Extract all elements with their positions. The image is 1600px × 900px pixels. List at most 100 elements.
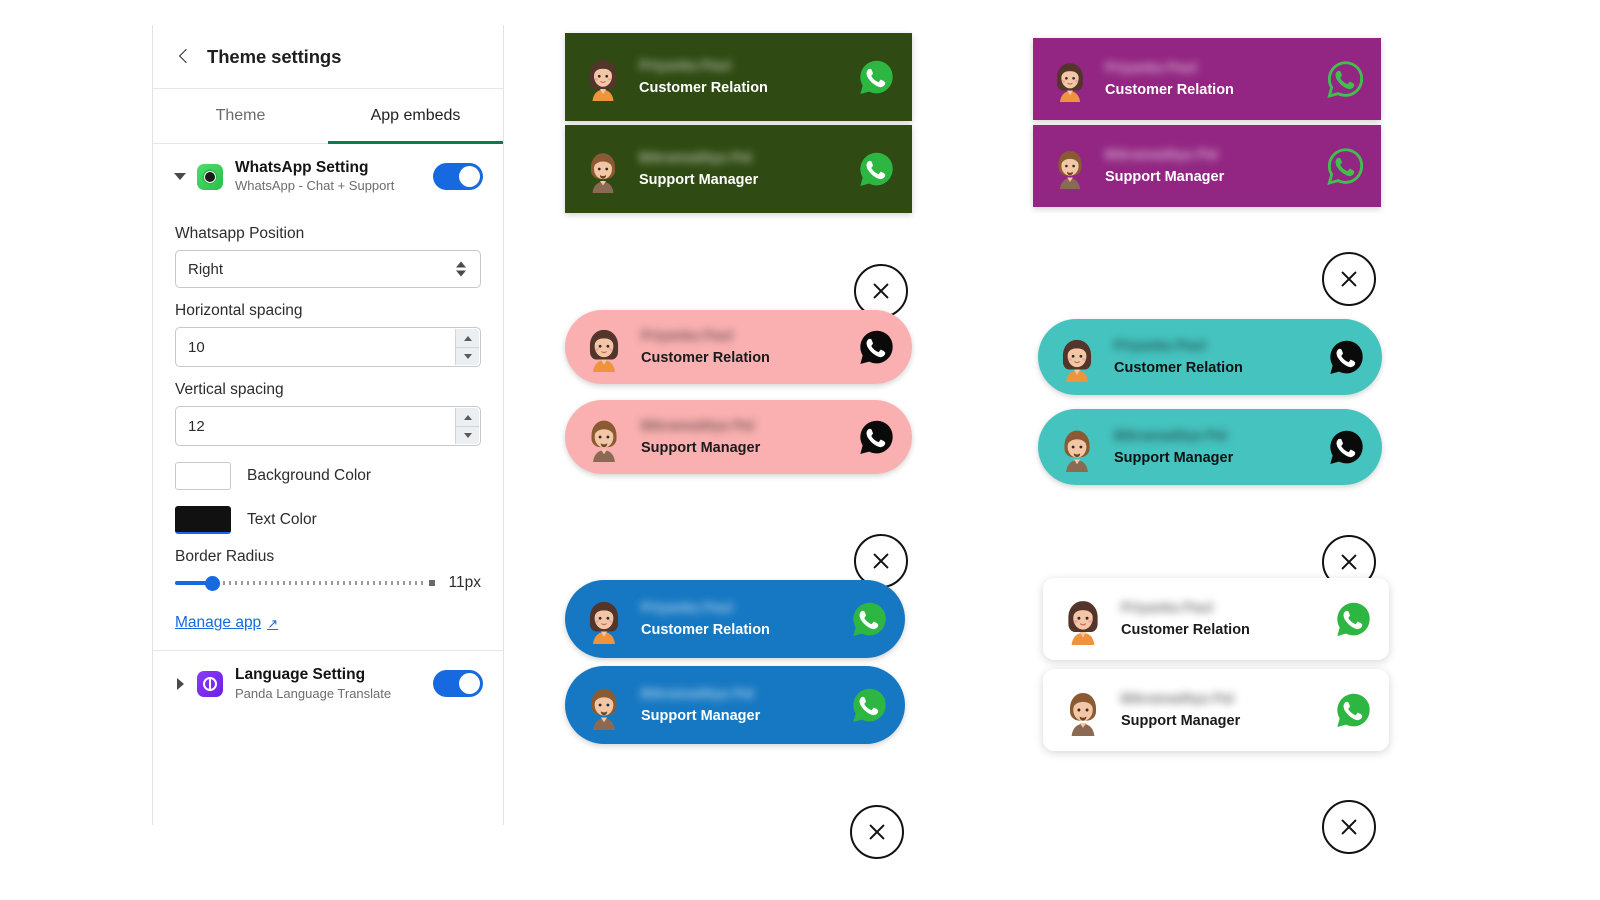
whatsapp-chat-button[interactable]	[849, 685, 889, 725]
contact-role: Support Manager	[641, 439, 761, 456]
input-horizontal-spacing[interactable]: 10	[175, 327, 481, 368]
contact-role: Customer Relation	[639, 79, 768, 96]
whatsapp-icon	[860, 330, 893, 364]
contact-role: Support Manager	[1105, 168, 1225, 185]
whatsapp-chat-button[interactable]	[1325, 146, 1365, 186]
contact-role: Customer Relation	[1105, 81, 1234, 98]
select-whatsapp-position-value: Right	[188, 260, 224, 278]
close-x-icon	[1341, 271, 1357, 287]
contact-meta: Priyanka Paul Customer Relation	[1109, 598, 1333, 640]
whatsapp-contact-card[interactable]: Bikramaditya Pal Support Manager	[565, 125, 912, 213]
app-toggle-language[interactable]	[433, 670, 483, 698]
whatsapp-contact-card[interactable]: Priyanka Paul Customer Relation	[1033, 38, 1381, 120]
whatsapp-contact-card[interactable]: Priyanka Paul Customer Relation	[565, 33, 912, 121]
stepper-up-icon[interactable]	[455, 329, 479, 348]
stepper-horizontal-spacing[interactable]	[455, 329, 479, 366]
whatsapp-chat-button[interactable]	[1326, 337, 1366, 377]
whatsapp-icon	[1330, 340, 1363, 374]
tab-theme[interactable]: Theme	[153, 89, 328, 143]
whatsapp-contact-card[interactable]: Priyanka Paul Customer Relation	[565, 580, 905, 658]
contact-name: Bikramaditya Pal	[1121, 689, 1234, 706]
stepper-down-icon[interactable]	[455, 426, 479, 445]
swatch-text-color[interactable]	[175, 506, 231, 535]
row-text-color: Text Color	[175, 506, 481, 535]
contact-meta: Bikramaditya Pal Support Manager	[627, 148, 856, 190]
woman-avatar-icon	[1068, 601, 1098, 645]
woman-avatar-icon	[589, 329, 619, 372]
contact-role: Customer Relation	[641, 349, 770, 366]
contact-role: Customer Relation	[1121, 621, 1250, 638]
whatsapp-icon	[1337, 693, 1370, 727]
close-x-icon	[873, 553, 889, 569]
whatsapp-panda-app-icon	[197, 163, 223, 190]
whatsapp-contact-card[interactable]: Priyanka Paul Customer Relation	[1038, 319, 1382, 395]
whatsapp-contact-card[interactable]: Priyanka Paul Customer Relation	[1043, 578, 1389, 660]
expand-caret-right-icon[interactable]	[173, 678, 187, 690]
whatsapp-chat-button[interactable]	[856, 57, 896, 97]
slider-border-radius[interactable]	[175, 575, 437, 592]
stepper-up-icon[interactable]	[455, 408, 479, 427]
contact-avatar	[579, 594, 629, 644]
whatsapp-widget-preview-purple-square: Priyanka Paul Customer Relation Bikramadi…	[1033, 38, 1381, 212]
app-embed-row-language[interactable]: Language Setting Panda Language Translat…	[153, 651, 503, 714]
select-whatsapp-position[interactable]: Right	[175, 250, 481, 289]
app-embed-text-whatsapp: WhatsApp Setting WhatsApp - Chat + Suppo…	[235, 158, 423, 195]
input-vertical-spacing-value: 12	[188, 417, 205, 435]
widget-close-button[interactable]	[1322, 252, 1376, 306]
whatsapp-icon	[1337, 602, 1370, 636]
sidebar-header: Theme settings	[153, 25, 503, 89]
widget-close-button[interactable]	[1322, 800, 1376, 854]
page-title: Theme settings	[207, 45, 342, 67]
whatsapp-contact-card[interactable]: Bikramaditya Pal Support Manager	[565, 666, 905, 744]
tab-app-embeds[interactable]: App embeds	[328, 89, 503, 144]
widget-close-button[interactable]	[850, 805, 904, 859]
label-vertical-spacing: Vertical spacing	[175, 381, 284, 399]
app-subtitle-language: Panda Language Translate	[235, 685, 392, 701]
contact-avatar	[1057, 684, 1109, 736]
slider-knob[interactable]	[205, 576, 220, 592]
whatsapp-chat-button[interactable]	[856, 149, 896, 189]
stepper-down-icon[interactable]	[455, 347, 479, 366]
contact-meta: Bikramaditya Pal Support Manager	[1109, 689, 1333, 731]
whatsapp-contact-card[interactable]: Priyanka Paul Customer Relation	[565, 310, 912, 384]
theme-settings-sidebar: Theme settings Theme App embeds WhatsApp…	[152, 25, 504, 825]
whatsapp-chat-button[interactable]	[856, 327, 896, 367]
man-avatar-icon	[591, 153, 615, 193]
contact-avatar	[579, 322, 629, 372]
man-avatar-icon	[1064, 430, 1090, 472]
contact-role: Support Manager	[1114, 449, 1234, 466]
whatsapp-contact-card[interactable]: Bikramaditya Pal Support Manager	[565, 400, 912, 474]
swatch-background-color[interactable]	[175, 462, 231, 491]
contact-avatar	[1052, 422, 1102, 472]
stepper-vertical-spacing[interactable]	[455, 408, 479, 445]
expand-caret-down-icon[interactable]	[173, 173, 187, 180]
whatsapp-contact-card[interactable]: Bikramaditya Pal Support Manager	[1043, 669, 1389, 751]
contact-meta: Priyanka Paul Customer Relation	[629, 598, 849, 640]
sidebar-tabs: Theme App embeds	[153, 89, 503, 144]
whatsapp-chat-button[interactable]	[849, 599, 889, 639]
whatsapp-icon	[860, 152, 893, 186]
manage-app-link[interactable]: Manage app ↗	[175, 614, 278, 632]
manage-app-label: Manage app	[175, 614, 262, 632]
whatsapp-chat-button[interactable]	[1325, 59, 1365, 99]
label-background-color: Background Color	[247, 467, 372, 485]
woman-avatar-icon	[589, 60, 617, 101]
whatsapp-chat-button[interactable]	[1333, 690, 1373, 730]
label-whatsapp-position: Whatsapp Position	[175, 225, 305, 243]
contact-avatar	[1052, 332, 1102, 382]
whatsapp-contact-card[interactable]: Bikramaditya Pal Support Manager	[1038, 409, 1382, 485]
contact-avatar	[579, 412, 629, 462]
whatsapp-chat-button[interactable]	[1326, 427, 1366, 467]
whatsapp-icon	[853, 602, 886, 636]
whatsapp-chat-button[interactable]	[1333, 599, 1373, 639]
label-border-radius: Border Radius	[175, 548, 275, 566]
app-toggle-whatsapp[interactable]	[433, 163, 483, 191]
whatsapp-chat-button[interactable]	[856, 417, 896, 457]
value-border-radius: 11px	[448, 574, 481, 592]
back-chevron-icon[interactable]	[175, 48, 193, 66]
contact-role: Support Manager	[639, 171, 759, 188]
app-embed-row-whatsapp[interactable]: WhatsApp Setting WhatsApp - Chat + Suppo…	[153, 144, 503, 207]
whatsapp-contact-card[interactable]: Bikramaditya Pal Support Manager	[1033, 125, 1381, 207]
contact-name: Bikramaditya Pal	[641, 684, 754, 701]
input-vertical-spacing[interactable]: 12	[175, 406, 481, 447]
